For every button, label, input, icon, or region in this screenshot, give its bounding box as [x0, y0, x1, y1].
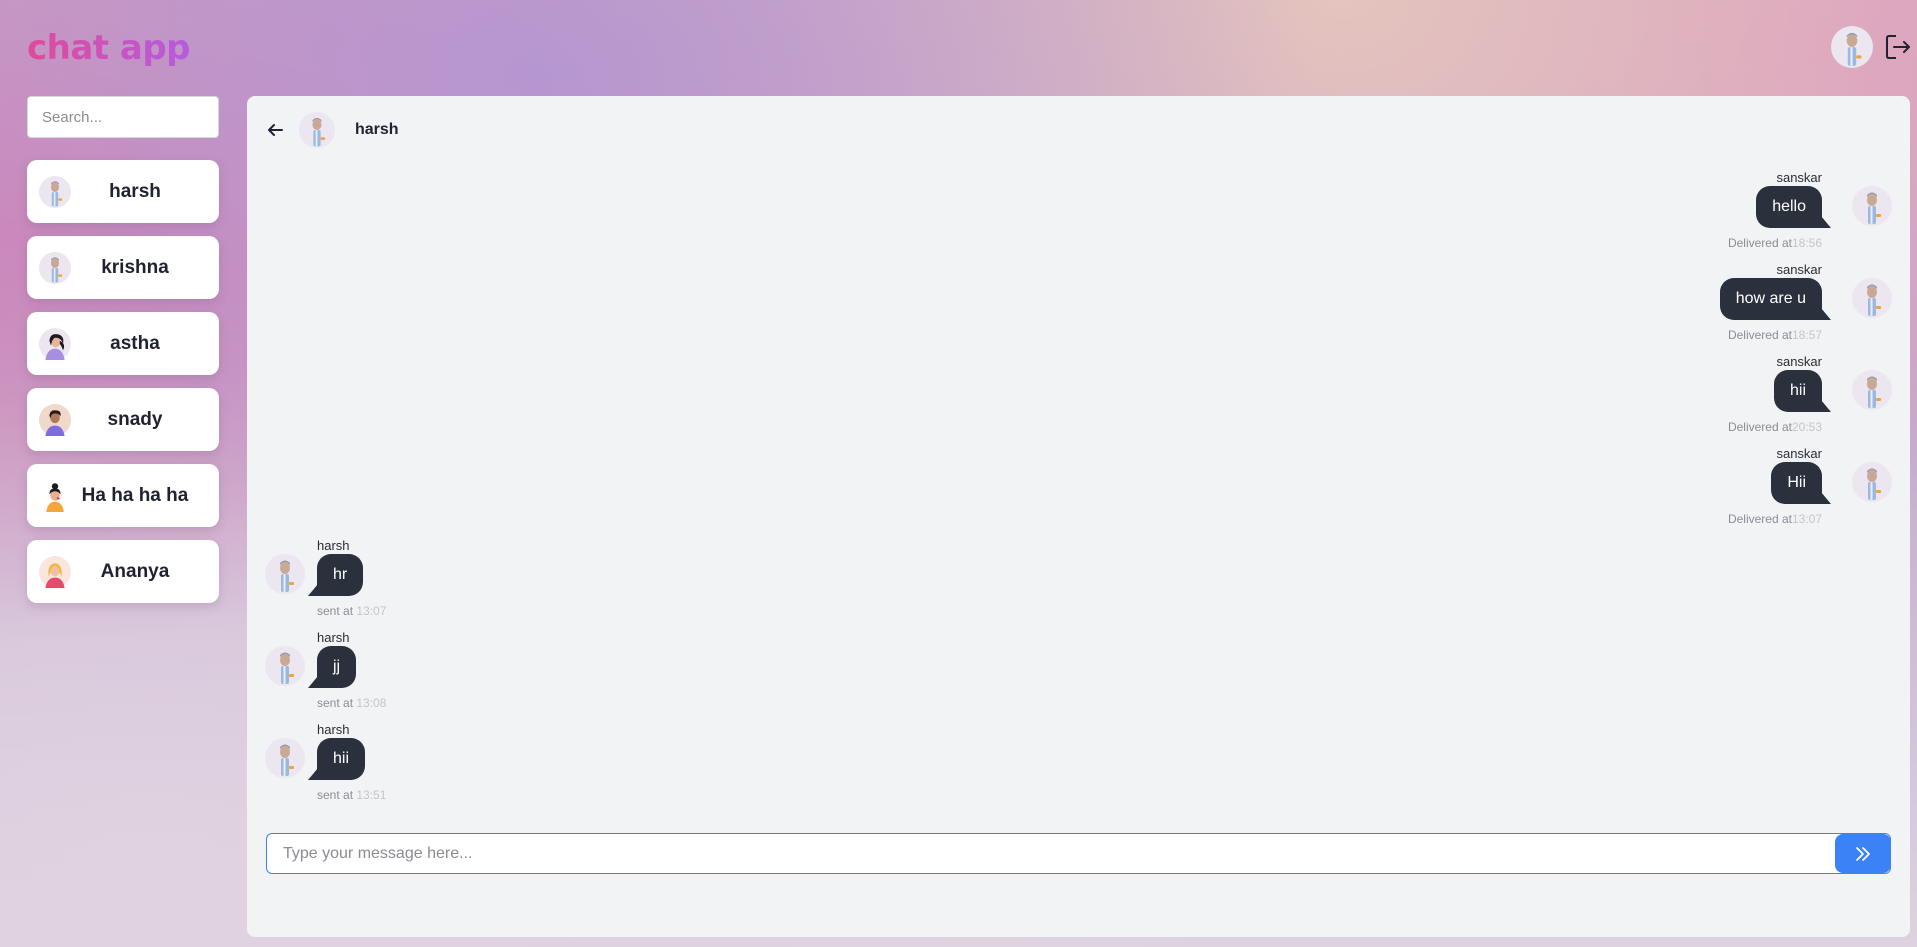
double-chevron-right-icon: [1856, 846, 1870, 861]
back-arrow-icon[interactable]: [265, 120, 285, 140]
chat-title: harsh: [355, 121, 399, 138]
sender-avatar: [1852, 278, 1892, 318]
avatar: [39, 480, 71, 512]
contact-name: astha: [110, 332, 160, 354]
chat-avatar[interactable]: [299, 112, 335, 148]
contact-item-krishna[interactable]: krishna: [27, 236, 219, 299]
chat-header: harsh: [265, 110, 399, 150]
message-sender: harsh: [317, 630, 350, 645]
message-sender: harsh: [317, 722, 350, 737]
message-bubble: Hii: [1771, 462, 1831, 504]
message-sender: sanskar: [1776, 354, 1822, 369]
contact-item-ananya[interactable]: Ananya: [27, 540, 219, 603]
contact-name: krishna: [101, 256, 169, 278]
avatar: [39, 404, 71, 436]
message-status: sent at 13:51: [317, 788, 386, 802]
message-sender: harsh: [317, 538, 350, 553]
sender-avatar: [265, 738, 305, 778]
logout-icon[interactable]: [1883, 32, 1913, 62]
message-time: 13:07: [1791, 512, 1822, 526]
message-time: 18:56: [1791, 236, 1822, 250]
message-composer: [266, 833, 1891, 874]
message-bubble: how are u: [1719, 278, 1832, 320]
contact-name: Ha ha ha ha: [81, 484, 189, 506]
status-label: sent at: [317, 788, 354, 802]
status-label: Delivered at: [1727, 420, 1792, 434]
sender-avatar: [265, 646, 305, 686]
status-label: sent at: [317, 696, 354, 710]
message-status: sent at 13:07: [317, 604, 386, 618]
contact-name: snady: [107, 408, 163, 430]
message-time: 13:07: [356, 604, 387, 618]
contact-item-harsh[interactable]: harsh: [27, 160, 219, 223]
message-status: Delivered at20:53: [1728, 420, 1822, 434]
message-time: 13:08: [356, 696, 387, 710]
message-bubble: jj: [307, 646, 357, 688]
message-bubble: hello: [1756, 186, 1831, 228]
user-avatar[interactable]: [1831, 26, 1873, 68]
search-box: [27, 96, 241, 138]
message-input[interactable]: [267, 844, 1835, 863]
status-label: Delivered at: [1727, 236, 1792, 250]
message-time: 18:57: [1791, 328, 1822, 342]
status-label: sent at: [317, 604, 354, 618]
message-time: 13:51: [356, 788, 387, 802]
contact-item-ha-ha-ha-ha[interactable]: Ha ha ha ha: [27, 464, 219, 527]
message-time: 20:53: [1791, 420, 1822, 434]
status-label: Delivered at: [1727, 512, 1792, 526]
message-status: Delivered at18:57: [1728, 328, 1822, 342]
app-logo: chat app: [27, 28, 191, 68]
contact-list: harsh krishna astha snady Ha ha ha ha An…: [27, 160, 219, 616]
message-status: Delivered at13:07: [1728, 512, 1822, 526]
message-bubble: hii: [1773, 370, 1832, 412]
contact-item-snady[interactable]: snady: [27, 388, 219, 451]
message-status: Delivered at18:56: [1728, 236, 1822, 250]
chat-panel: harsh sanskar hello Delivered at18:56 sa…: [247, 96, 1910, 937]
contact-item-astha[interactable]: astha: [27, 312, 219, 375]
message-sender: sanskar: [1776, 262, 1822, 277]
avatar: [39, 252, 71, 284]
message-bubble: hii: [307, 738, 366, 780]
sender-avatar: [1852, 370, 1892, 410]
contact-name: Ananya: [100, 560, 170, 582]
status-label: Delivered at: [1727, 328, 1792, 342]
sender-avatar: [265, 554, 305, 594]
search-input[interactable]: [42, 108, 241, 126]
message-bubble: hr: [307, 554, 364, 596]
send-button[interactable]: [1835, 834, 1891, 873]
avatar: [39, 556, 71, 588]
message-status: sent at 13:08: [317, 696, 386, 710]
topbar-actions: [1831, 26, 1913, 68]
message-sender: sanskar: [1776, 170, 1822, 185]
avatar: [39, 176, 71, 208]
sender-avatar: [1852, 462, 1892, 502]
sender-avatar: [1852, 186, 1892, 226]
contact-name: harsh: [109, 180, 161, 202]
message-sender: sanskar: [1776, 446, 1822, 461]
avatar: [39, 328, 71, 360]
